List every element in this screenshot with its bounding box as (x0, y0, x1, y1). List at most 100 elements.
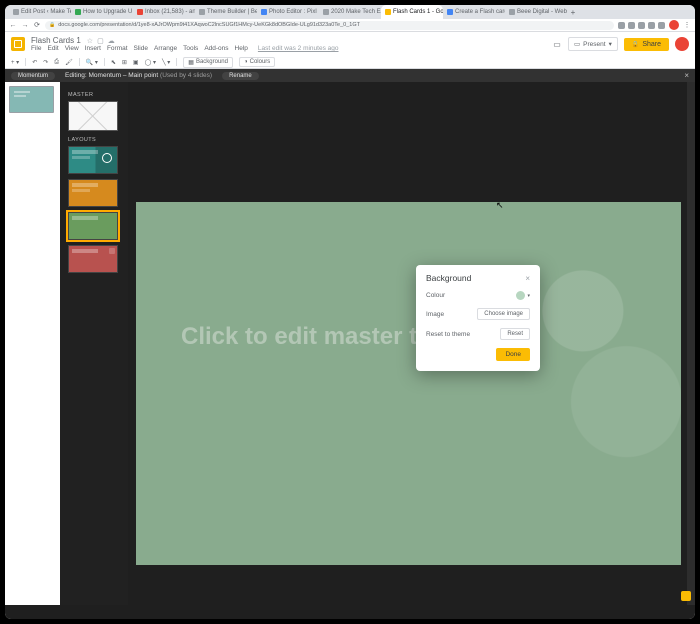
slide-thumbnail[interactable] (9, 86, 54, 113)
paint-format-button[interactable]: 🖌 (65, 59, 73, 66)
menu-tools[interactable]: Tools (183, 45, 198, 52)
master-thumbnail[interactable] (68, 101, 118, 131)
colour-picker[interactable]: ▾ (516, 291, 530, 300)
back-button[interactable]: ← (9, 22, 17, 29)
line-tool[interactable]: ╲ ▾ (162, 59, 170, 66)
palette-icon: ◑ (244, 59, 248, 65)
favicon (447, 9, 453, 15)
image-tool[interactable]: ▣ (133, 59, 139, 66)
menu-help[interactable]: Help (235, 45, 248, 52)
layout-thumbnail[interactable] (68, 179, 118, 207)
textbox-tool[interactable]: ⊞ (122, 59, 127, 66)
slide-filmstrip (5, 82, 60, 605)
chevron-down-icon: ▾ (609, 40, 612, 48)
colour-label: Colour (426, 292, 445, 299)
zoom-button[interactable]: 🔍 ▾ (86, 59, 98, 66)
choose-image-button[interactable]: Choose image (477, 308, 530, 320)
menu-arrange[interactable]: Arrange (154, 45, 177, 52)
extension-icon[interactable] (628, 22, 635, 29)
layouts-section-label: LAYOUTS (68, 137, 120, 143)
rename-button[interactable]: Rename (222, 72, 259, 80)
editing-label: Editing: Momentum – Main point (Used by … (65, 72, 212, 79)
select-tool[interactable]: ⬉ (111, 59, 116, 66)
print-button[interactable]: ⎙ (54, 59, 59, 66)
lock-icon: 🔒 (49, 22, 55, 28)
browser-tab[interactable]: 2020 Make Tech Ea× (319, 5, 381, 19)
redo-button[interactable]: ↷ (43, 59, 48, 66)
browser-tab[interactable]: Photo Editor : Pixl× (257, 5, 319, 19)
extension-icon[interactable] (638, 22, 645, 29)
menu-button[interactable]: ⋮ (683, 21, 691, 29)
menu-file[interactable]: File (31, 45, 41, 52)
share-button[interactable]: 🔒 Share (624, 38, 669, 51)
theme-name-pill[interactable]: Momentum (11, 72, 55, 80)
favicon (13, 9, 19, 15)
new-tab-button[interactable]: + (567, 5, 579, 19)
menu-bar: File Edit View Insert Format Slide Arran… (31, 45, 338, 52)
layout-thumbnail[interactable] (68, 146, 118, 174)
menu-slide[interactable]: Slide (134, 45, 148, 52)
browser-tab[interactable]: Create a Flash card× (443, 5, 505, 19)
profile-avatar[interactable] (669, 20, 679, 30)
lock-icon: 🔒 (632, 41, 639, 48)
tab-label: Edit Post ‹ Make Te (21, 9, 71, 15)
star-icon[interactable]: ☆ (87, 37, 93, 45)
menu-insert[interactable]: Insert (85, 45, 101, 52)
background-label: Background (196, 59, 228, 65)
done-button[interactable]: Done (496, 348, 530, 361)
share-label: Share (642, 41, 661, 48)
slides-logo-icon[interactable] (11, 37, 25, 51)
menu-format[interactable]: Format (107, 45, 128, 52)
reset-button[interactable]: Reset (500, 328, 530, 340)
favicon (509, 9, 515, 15)
reset-label: Reset to theme (426, 331, 470, 338)
app-header: Flash Cards 1 ☆ ▢ ☁ File Edit View Inser… (5, 32, 695, 56)
present-icon: ▭ (574, 40, 580, 48)
layout-thumbnail[interactable] (68, 245, 118, 273)
present-label: Present (583, 41, 605, 48)
last-edit-link[interactable]: Last edit was 2 minutes ago (258, 45, 339, 52)
vertical-scrollbar[interactable] (687, 82, 695, 605)
extension-icon[interactable] (618, 22, 625, 29)
comments-icon[interactable]: ▭ (552, 39, 562, 49)
extension-icon[interactable] (648, 22, 655, 29)
slide-canvas[interactable]: Click to edit master title style (136, 202, 681, 565)
layout-thumbnail-selected[interactable] (68, 212, 118, 240)
close-dialog-icon[interactable]: × (525, 274, 530, 283)
undo-button[interactable]: ↶ (32, 59, 37, 66)
status-bar (5, 605, 695, 619)
move-icon[interactable]: ▢ (97, 37, 104, 45)
address-bar[interactable]: 🔒 docs.google.com/presentation/d/1ye8-xA… (45, 21, 614, 30)
menu-addons[interactable]: Add-ons (204, 45, 228, 52)
account-avatar[interactable] (675, 37, 689, 51)
cursor-icon: ↖ (496, 200, 504, 211)
background-dialog: Background × Colour ▾ Image Choose image (416, 265, 540, 371)
browser-tab-active[interactable]: Flash Cards 1 - Goo× (381, 5, 443, 19)
browser-tab[interactable]: Beee Digital - Web× (505, 5, 567, 19)
tab-label: How to Upgrade U (83, 9, 132, 15)
explore-button[interactable] (681, 591, 691, 601)
new-slide-button[interactable]: + ▾ (11, 59, 19, 66)
menu-view[interactable]: View (65, 45, 79, 52)
browser-tab[interactable]: Inbox (21,583) - an× (133, 5, 195, 19)
favicon (323, 9, 329, 15)
cloud-icon[interactable]: ☁ (108, 37, 115, 45)
browser-tab[interactable]: How to Upgrade U× (71, 5, 133, 19)
extension-icon[interactable] (658, 22, 665, 29)
colours-button[interactable]: ◑ Colours (239, 57, 275, 67)
browser-tab[interactable]: Theme Builder | Be× (195, 5, 257, 19)
close-theme-editor-icon[interactable]: × (684, 71, 689, 80)
present-button[interactable]: ▭ Present ▾ (568, 37, 618, 51)
browser-tab[interactable]: Edit Post ‹ Make Te× (9, 5, 71, 19)
dialog-title: Background (426, 273, 471, 283)
reload-button[interactable]: ⟳ (33, 21, 41, 29)
menu-edit[interactable]: Edit (47, 45, 58, 52)
colour-swatch-icon (516, 291, 525, 300)
browser-toolbar: ← → ⟳ 🔒 docs.google.com/presentation/d/1… (5, 19, 695, 32)
tab-label: 2020 Make Tech Ea (331, 9, 381, 15)
toolbar: + ▾ ↶ ↷ ⎙ 🖌 🔍 ▾ ⬉ ⊞ ▣ ◯ ▾ ╲ ▾ ▦ Backgrou… (5, 56, 695, 69)
forward-button[interactable]: → (21, 22, 29, 29)
document-title[interactable]: Flash Cards 1 (31, 36, 81, 45)
shape-tool[interactable]: ◯ ▾ (145, 59, 156, 66)
background-button[interactable]: ▦ Background (183, 57, 233, 68)
